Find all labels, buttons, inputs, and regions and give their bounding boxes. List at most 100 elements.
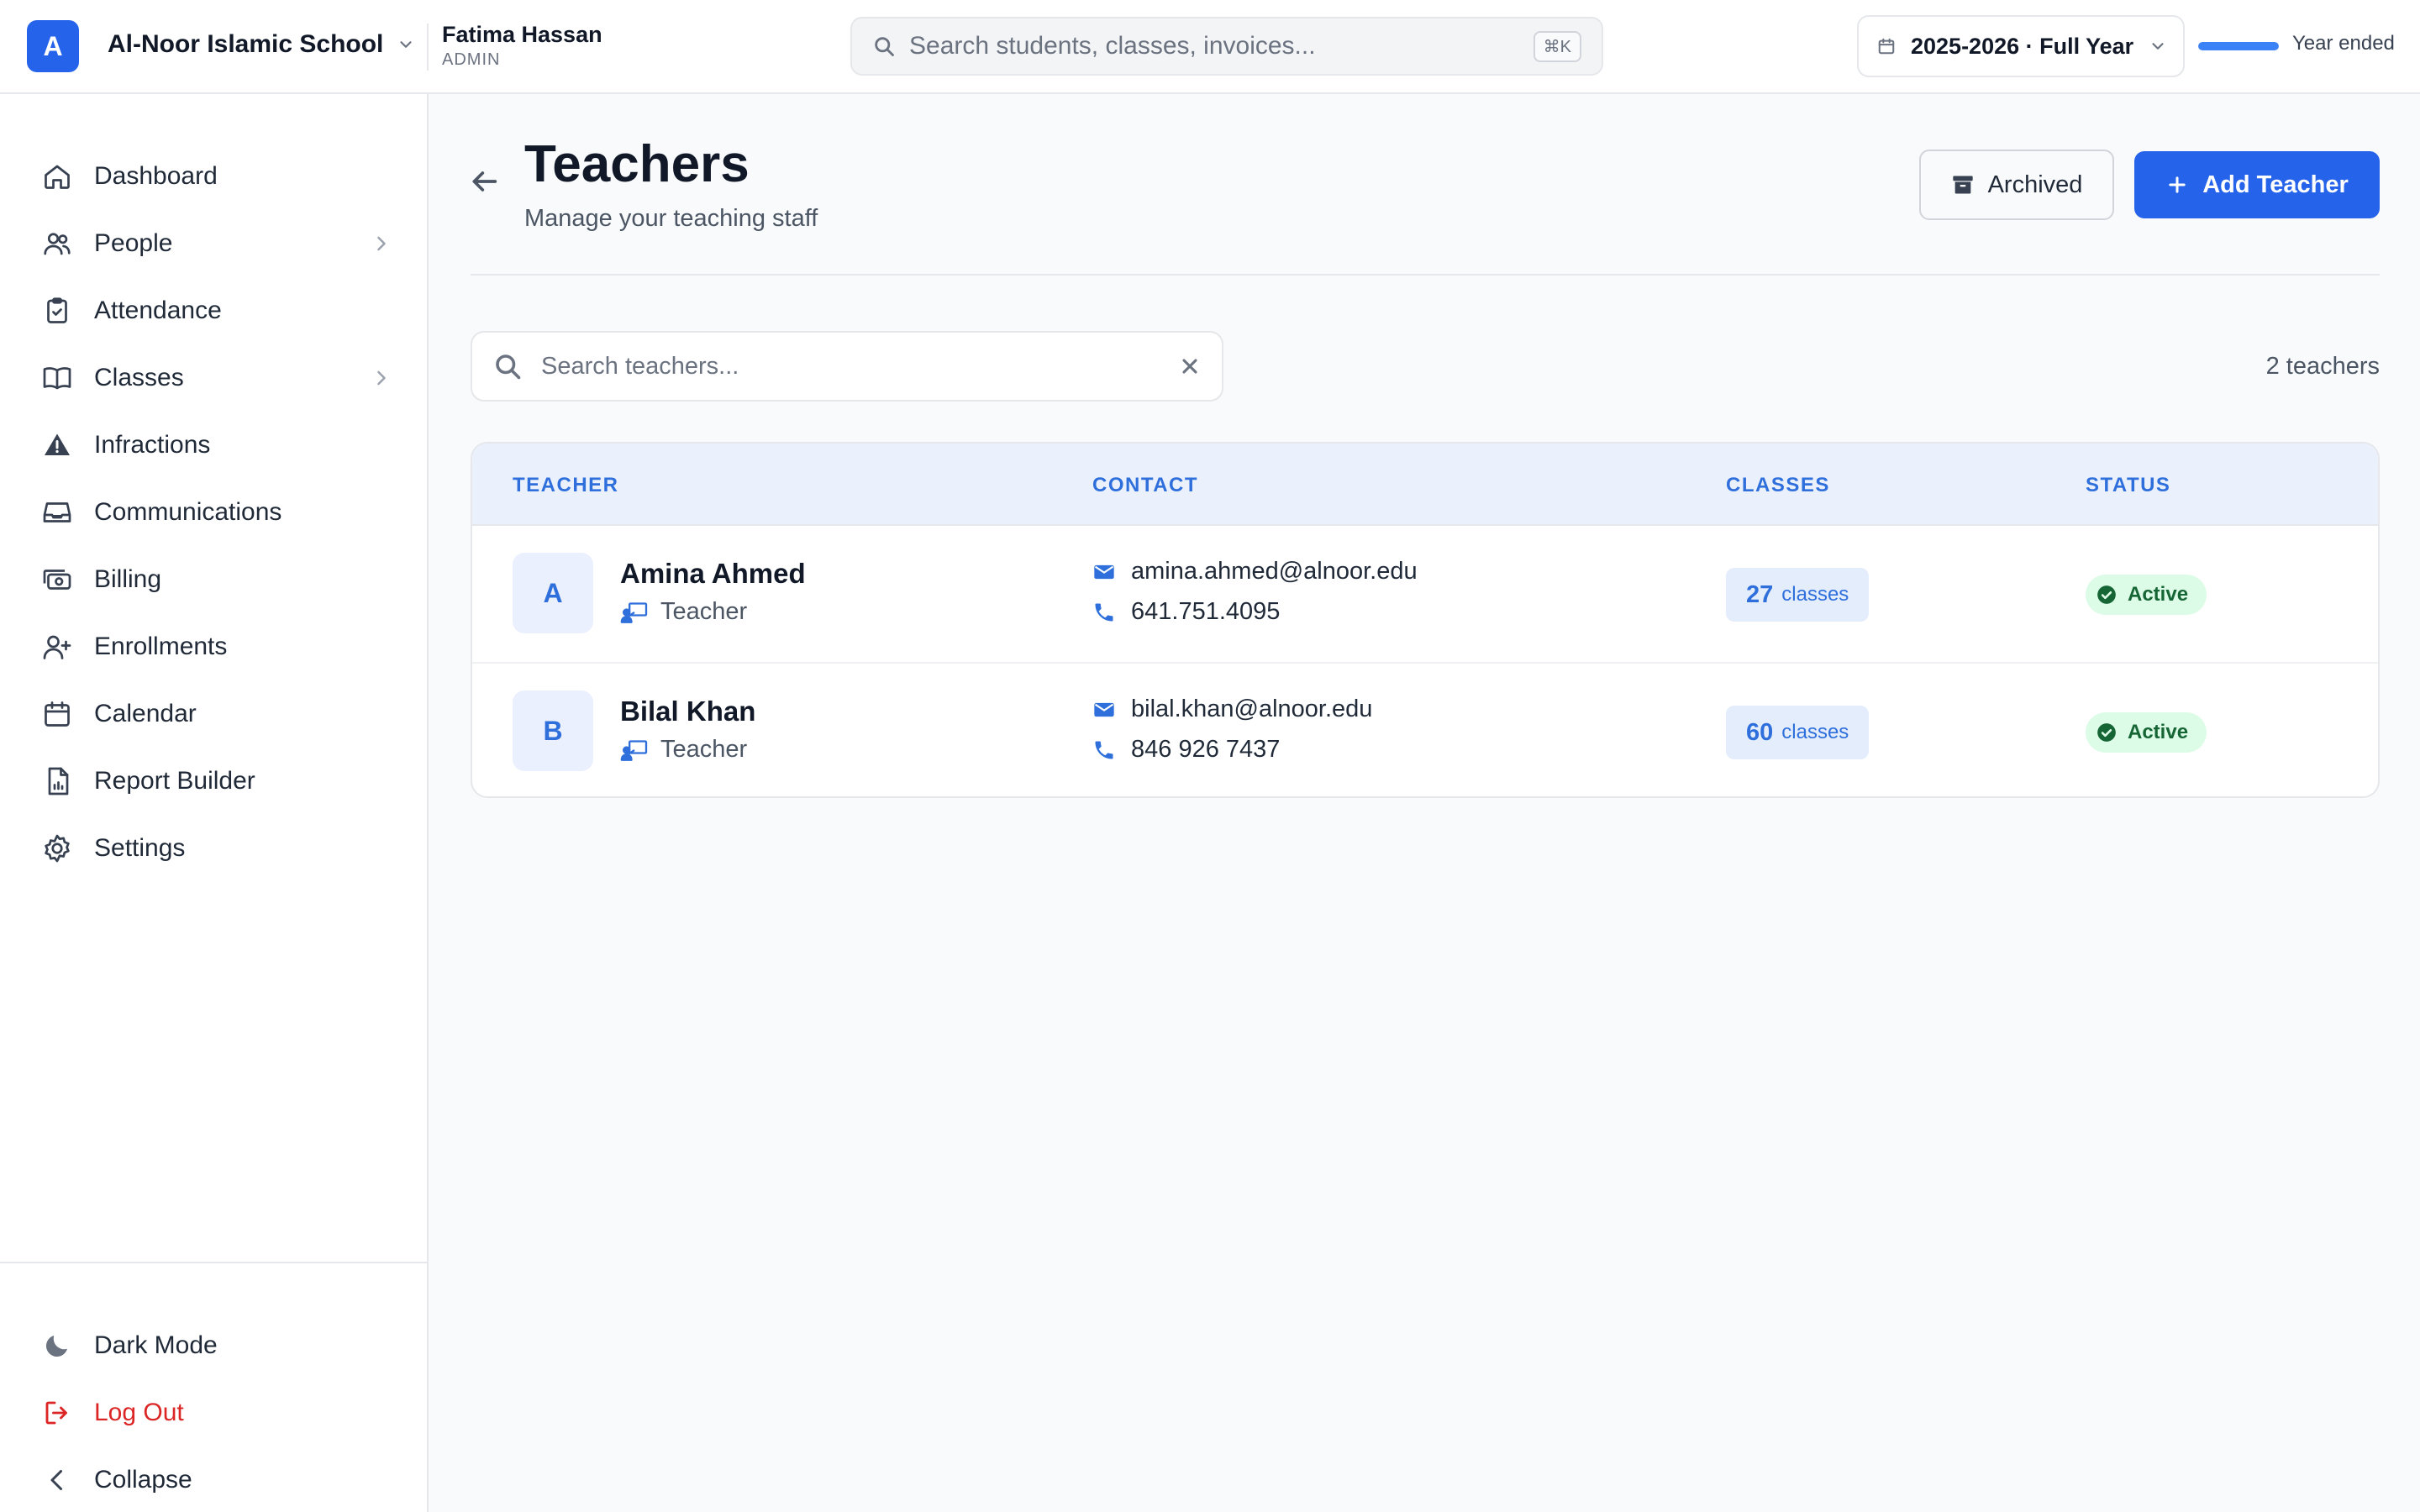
warning-icon (40, 428, 74, 462)
book-open-icon (40, 361, 74, 395)
sidebar-item-label: Attendance (94, 297, 222, 324)
sidebar-item-communications[interactable]: Communications (40, 487, 393, 538)
sidebar-item-label: Calendar (94, 700, 197, 727)
sidebar: Dashboard People Attendance Classes Infr… (0, 94, 429, 1512)
sidebar-item-attendance[interactable]: Attendance (40, 286, 393, 336)
sidebar-item-label: Billing (94, 565, 162, 593)
collapse-sidebar-button[interactable]: Collapse (40, 1455, 393, 1505)
teacher-phone[interactable]: 846 926 7437 (1092, 736, 1280, 764)
sidebar-item-dashboard[interactable]: Dashboard (40, 151, 393, 202)
logout-label: Log Out (94, 1399, 184, 1426)
teacher-count: 2 teachers (2265, 353, 2380, 380)
classes-badge[interactable]: 27 classes (1726, 568, 1870, 622)
search-shortcut-badge: ⌘K (1533, 30, 1581, 62)
check-circle-icon (2097, 585, 2116, 604)
teacher-role: Teacher (620, 736, 747, 764)
sidebar-item-label: Settings (94, 834, 186, 862)
sidebar-item-infractions[interactable]: Infractions (40, 420, 393, 470)
search-icon (875, 37, 894, 56)
class-count-label: classes (1781, 721, 1849, 743)
dark-mode-toggle[interactable]: Dark Mode (40, 1320, 393, 1371)
sidebar-item-label: Report Builder (94, 767, 255, 795)
chevron-down-icon (400, 41, 412, 48)
sidebar-divider (0, 1262, 427, 1263)
classes-badge[interactable]: 60 classes (1726, 706, 1870, 759)
email-text: bilal.khan@alnoor.edu (1131, 696, 1373, 722)
column-header-classes[interactable]: CLASSES (1726, 474, 1830, 497)
add-teacher-button[interactable]: Add Teacher (2134, 151, 2380, 218)
sidebar-item-label: Dashboard (94, 162, 218, 190)
archive-icon (1952, 176, 1973, 194)
table-row[interactable]: B Bilal Khan Teacher bilal.khan@alnoor.e… (472, 662, 2378, 796)
school-name: Al-Noor Islamic School (108, 30, 384, 58)
mail-icon (1094, 564, 1114, 579)
sidebar-item-settings[interactable]: Settings (40, 823, 393, 874)
check-circle-icon (2097, 723, 2116, 742)
teacher-name[interactable]: Bilal Khan (620, 696, 755, 727)
global-search-input[interactable] (909, 32, 1534, 60)
table-header: TEACHER CONTACT CLASSES STATUS (472, 444, 2378, 526)
year-status: Year ended (2292, 32, 2395, 55)
sidebar-item-label: Infractions (94, 431, 211, 459)
sidebar-item-people[interactable]: People (40, 218, 393, 269)
teacher-role-label: Teacher (660, 736, 748, 763)
teacher-role: Teacher (620, 598, 747, 626)
year-progress-fill (2198, 42, 2279, 50)
header-separator (471, 274, 2380, 276)
teacher-board-icon (620, 739, 648, 761)
class-count: 60 (1746, 718, 1774, 746)
chevron-down-icon (2152, 43, 2164, 50)
table-row[interactable]: A Amina Ahmed Teacher amina.ahmed@alnoor… (472, 526, 2378, 662)
phone-icon (1095, 741, 1113, 759)
status-badge: Active (2086, 712, 2207, 753)
school-logo[interactable]: A (27, 20, 79, 72)
teacher-search-input[interactable] (541, 352, 1178, 381)
report-icon (40, 764, 74, 798)
avatar: B (513, 690, 593, 771)
dark-mode-label: Dark Mode (94, 1331, 218, 1359)
close-icon[interactable] (1178, 354, 1202, 378)
inbox-icon (40, 496, 74, 529)
chevron-right-icon (377, 370, 386, 386)
school-switcher[interactable]: Al-Noor Islamic School (108, 30, 415, 59)
sidebar-item-report-builder[interactable]: Report Builder (40, 756, 393, 806)
collapse-label: Collapse (94, 1466, 192, 1494)
phone-text: 641.751.4095 (1131, 598, 1281, 625)
teacher-name[interactable]: Amina Ahmed (620, 558, 806, 590)
search-icon (496, 354, 521, 380)
global-search[interactable]: ⌘K (850, 17, 1603, 76)
academic-year-selector[interactable]: 2025-2026 · Full Year (1857, 15, 2185, 77)
users-icon (40, 227, 74, 260)
sidebar-item-billing[interactable]: Billing (40, 554, 393, 605)
page-subtitle: Manage your teaching staff (524, 205, 818, 232)
avatar: A (513, 553, 593, 633)
email-text: amina.ahmed@alnoor.edu (1131, 558, 1418, 585)
logout-icon (40, 1396, 74, 1430)
archived-button[interactable]: Archived (1919, 150, 2114, 220)
chevron-right-icon (377, 236, 386, 251)
logout-button[interactable]: Log Out (40, 1388, 393, 1438)
moon-icon (40, 1329, 74, 1362)
teacher-email[interactable]: amina.ahmed@alnoor.edu (1092, 558, 1418, 585)
status-badge: Active (2086, 575, 2207, 615)
sidebar-item-enrollments[interactable]: Enrollments (40, 622, 393, 672)
column-header-teacher[interactable]: TEACHER (513, 474, 619, 497)
sidebar-item-label: People (94, 229, 173, 257)
teacher-phone[interactable]: 641.751.4095 (1092, 598, 1280, 626)
back-arrow-icon[interactable] (467, 165, 501, 198)
sidebar-item-label: Classes (94, 364, 184, 391)
status-label: Active (2128, 583, 2189, 606)
sidebar-item-calendar[interactable]: Calendar (40, 689, 393, 739)
column-header-status[interactable]: STATUS (2086, 474, 2170, 497)
column-header-contact[interactable]: CONTACT (1092, 474, 1198, 497)
sidebar-item-classes[interactable]: Classes (40, 353, 393, 403)
teacher-board-icon (620, 601, 648, 623)
teacher-search[interactable] (471, 331, 1223, 402)
clipboard-check-icon (40, 294, 74, 328)
calendar-icon (1878, 38, 1895, 55)
user-name[interactable]: Fatima Hassan (442, 22, 602, 48)
teacher-email[interactable]: bilal.khan@alnoor.edu (1092, 696, 1372, 723)
year-progress-bar (2198, 42, 2279, 50)
add-teacher-label: Add Teacher (2202, 171, 2349, 198)
class-count: 27 (1746, 580, 1774, 608)
